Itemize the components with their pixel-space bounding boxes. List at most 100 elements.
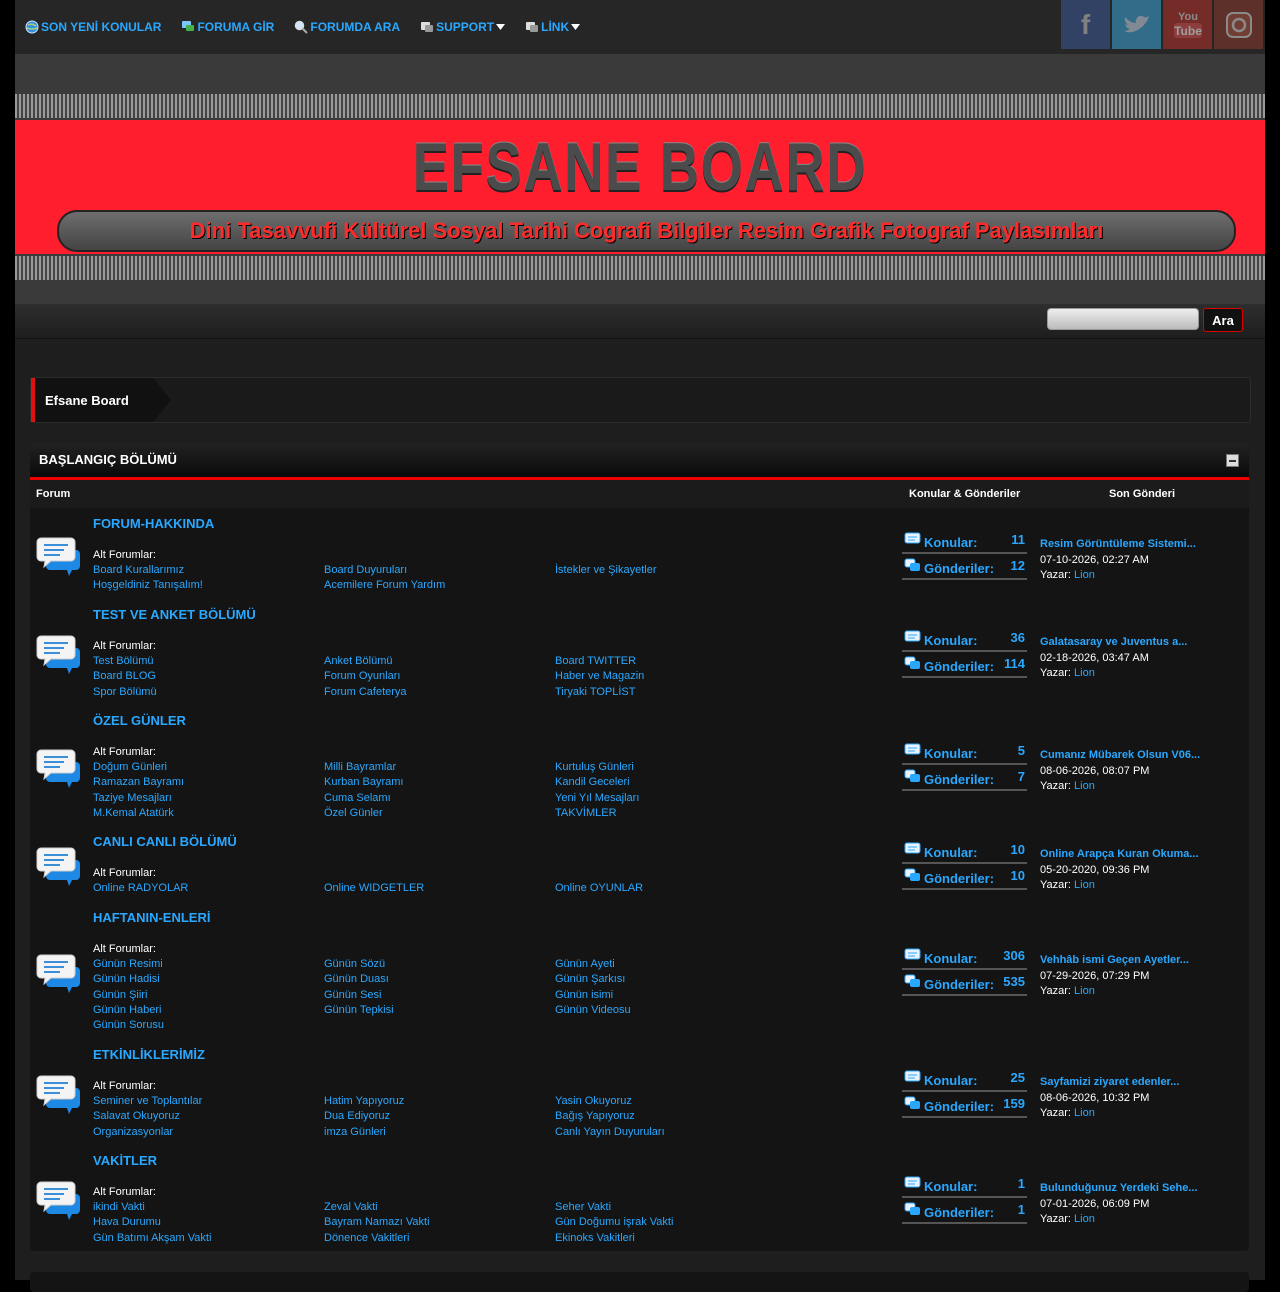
svg-text:Tube: Tube bbox=[1174, 24, 1202, 38]
subforum-link[interactable]: Online WIDGETLER bbox=[324, 881, 555, 896]
subforum-link[interactable]: Cuma Selamı bbox=[324, 791, 555, 806]
subforum-link[interactable]: Hava Durumu bbox=[93, 1215, 324, 1230]
last-post-title[interactable]: Online Arapça Kuran Okuma... bbox=[1040, 847, 1199, 863]
subforum-link[interactable]: ikindi Vakti bbox=[93, 1200, 324, 1215]
subforum-link[interactable]: Board Kurallarımız bbox=[93, 563, 324, 578]
forum-title[interactable]: HAFTANIN-ENLERİ bbox=[93, 910, 210, 925]
chevron-down-icon bbox=[571, 24, 581, 30]
last-post-title[interactable]: Galatasaray ve Juventus a... bbox=[1040, 635, 1187, 651]
forum-title[interactable]: VAKİTLER bbox=[93, 1153, 157, 1168]
nav-support[interactable]: SUPPORT bbox=[420, 20, 506, 34]
topics-count: Konular: 306 bbox=[902, 946, 1027, 970]
subforum-link[interactable]: Dönence Vakitleri bbox=[324, 1231, 555, 1246]
subforum-link[interactable]: Anket Bölümü bbox=[324, 654, 555, 669]
subforum-link[interactable]: Günün Duası bbox=[324, 972, 555, 987]
subforum-link[interactable]: İstekler ve Şikayetler bbox=[555, 563, 783, 578]
last-post-author[interactable]: Lion bbox=[1074, 780, 1095, 792]
nav-enter-forum[interactable]: FORUMA GİR bbox=[181, 20, 274, 34]
nav-search-forum[interactable]: FORUMDA ARA bbox=[294, 20, 400, 34]
subforum-link[interactable]: Forum Oyunları bbox=[324, 669, 555, 684]
subforum-link[interactable]: Seminer ve Toplantılar bbox=[93, 1094, 324, 1109]
subforum-link[interactable]: Günün Resimi bbox=[93, 957, 324, 972]
forum-status-icon bbox=[36, 1181, 80, 1220]
subforum-link[interactable]: Kurban Bayramı bbox=[324, 775, 555, 790]
subforum-link[interactable]: Günün Sözü bbox=[324, 957, 555, 972]
forum-title[interactable]: ÖZEL GÜNLER bbox=[93, 713, 186, 728]
subforum-link[interactable]: Zeval Vakti bbox=[324, 1200, 555, 1215]
subforum-link[interactable]: Ekinoks Vakitleri bbox=[555, 1231, 783, 1246]
youtube-icon[interactable]: You Tube bbox=[1163, 0, 1212, 49]
subforum-link[interactable]: Forum Cafeterya bbox=[324, 685, 555, 700]
twitter-icon[interactable] bbox=[1112, 0, 1161, 49]
subforum-link[interactable]: Hoşgeldiniz Tanışalım! bbox=[93, 578, 324, 593]
category-title[interactable]: BAŞLANGIÇ BÖLÜMÜ bbox=[39, 452, 177, 467]
subforum-link[interactable]: Günün Şiiri bbox=[93, 988, 324, 1003]
subforum-link[interactable]: Milli Bayramlar bbox=[324, 760, 555, 775]
subforum-link[interactable]: Canlı Yayın Duyuruları bbox=[555, 1125, 783, 1140]
subforum-link[interactable]: Acemilere Forum Yardım bbox=[324, 578, 555, 593]
subforum-link[interactable]: Salavat Okuyoruz bbox=[93, 1109, 324, 1124]
subforum-link[interactable]: Günün Ayeti bbox=[555, 957, 783, 972]
forum-title[interactable]: TEST VE ANKET BÖLÜMÜ bbox=[93, 607, 256, 622]
subforum-link[interactable]: Spor Bölümü bbox=[93, 685, 324, 700]
last-post-author[interactable]: Lion bbox=[1074, 1213, 1095, 1225]
subforum-link[interactable]: Gün Doğumu işrak Vakti bbox=[555, 1215, 783, 1230]
subforum-link[interactable]: Günün Sesi bbox=[324, 988, 555, 1003]
subforum-link[interactable]: Haber ve Magazin bbox=[555, 669, 783, 684]
last-post-title[interactable]: Cumanız Mübarek Olsun V06... bbox=[1040, 748, 1200, 764]
subforum-link[interactable]: Board TWITTER bbox=[555, 654, 783, 669]
last-post-author[interactable]: Lion bbox=[1074, 667, 1095, 679]
nav-link[interactable]: LİNK bbox=[525, 20, 581, 34]
subforum-link[interactable]: Bağış Yapıyoruz bbox=[555, 1109, 783, 1124]
subforum-link[interactable]: Tiryaki TOPLİST bbox=[555, 685, 783, 700]
subforum-link[interactable]: Günün Haberi bbox=[93, 1003, 324, 1018]
subforum-link[interactable]: Günün Tepkisi bbox=[324, 1003, 555, 1018]
subforum-link[interactable]: imza Günleri bbox=[324, 1125, 555, 1140]
subforum-link[interactable]: Seher Vakti bbox=[555, 1200, 783, 1215]
last-post-author[interactable]: Lion bbox=[1074, 985, 1095, 997]
subforum-link[interactable]: Hatim Yapıyoruz bbox=[324, 1094, 555, 1109]
forum-title[interactable]: CANLI CANLI BÖLÜMÜ bbox=[93, 834, 237, 849]
subforum-link[interactable]: Yeni Yıl Mesajları bbox=[555, 791, 783, 806]
breadcrumb-home[interactable]: Efsane Board bbox=[31, 378, 153, 422]
forum-title[interactable]: ETKİNLİKLERİMİZ bbox=[93, 1047, 205, 1062]
last-post-title[interactable]: Bulunduğunuz Yerdeki Sehe... bbox=[1040, 1181, 1198, 1197]
subforum-link[interactable]: Özel Günler bbox=[324, 806, 555, 821]
subforum-link[interactable]: Doğum Günleri bbox=[93, 760, 324, 775]
subforum-link[interactable]: Günün Videosu bbox=[555, 1003, 783, 1018]
subforum-link[interactable]: Dua Ediyoruz bbox=[324, 1109, 555, 1124]
nav-latest-topics[interactable]: SON YENİ KONULAR bbox=[25, 20, 161, 34]
subforum-link[interactable]: Taziye Mesajları bbox=[93, 791, 324, 806]
last-post-title[interactable]: Vehhâb ismi Geçen Ayetler... bbox=[1040, 953, 1189, 969]
last-post-title[interactable]: Sayfamizi ziyaret edenler... bbox=[1040, 1075, 1179, 1091]
subforum-link[interactable]: Bayram Namazı Vakti bbox=[324, 1215, 555, 1230]
subforum-link[interactable]: Kandil Geceleri bbox=[555, 775, 783, 790]
forum-title[interactable]: FORUM-HAKKINDA bbox=[93, 516, 214, 531]
last-post-title[interactable]: Resim Görüntüleme Sistemi... bbox=[1040, 537, 1196, 553]
facebook-icon[interactable]: f bbox=[1061, 0, 1110, 49]
search-input[interactable] bbox=[1047, 308, 1199, 330]
next-category bbox=[30, 1272, 1249, 1292]
subforum-link[interactable]: Günün isimi bbox=[555, 988, 783, 1003]
subforum-link[interactable]: Kurtuluş Günleri bbox=[555, 760, 783, 775]
subforum-link[interactable]: Online RADYOLAR bbox=[93, 881, 324, 896]
last-post-author[interactable]: Lion bbox=[1074, 1107, 1095, 1119]
search-button[interactable]: Ara bbox=[1203, 308, 1243, 332]
subforum-link[interactable]: Günün Sorusu bbox=[93, 1018, 324, 1033]
subforum-link[interactable]: M.Kemal Atatürk bbox=[93, 806, 324, 821]
subforum-link[interactable]: Test Bölümü bbox=[93, 654, 324, 669]
subforum-link[interactable]: Organizasyonlar bbox=[93, 1125, 324, 1140]
subforum-link[interactable]: TAKVİMLER bbox=[555, 806, 783, 821]
last-post-author[interactable]: Lion bbox=[1074, 569, 1095, 581]
subforum-link[interactable]: Ramazan Bayramı bbox=[93, 775, 324, 790]
subforum-link[interactable]: Gün Batımı Akşam Vakti bbox=[93, 1231, 324, 1246]
subforum-link[interactable]: Online OYUNLAR bbox=[555, 881, 783, 896]
subforum-link[interactable]: Günün Şarkısı bbox=[555, 972, 783, 987]
subforum-link[interactable]: Board BLOG bbox=[93, 669, 324, 684]
subforum-link[interactable]: Board Duyuruları bbox=[324, 563, 555, 578]
instagram-icon[interactable] bbox=[1214, 0, 1263, 49]
last-post-author[interactable]: Lion bbox=[1074, 879, 1095, 891]
collapse-icon[interactable] bbox=[1226, 454, 1239, 467]
subforum-link[interactable]: Yasin Okuyoruz bbox=[555, 1094, 783, 1109]
subforum-link[interactable]: Günün Hadisi bbox=[93, 972, 324, 987]
